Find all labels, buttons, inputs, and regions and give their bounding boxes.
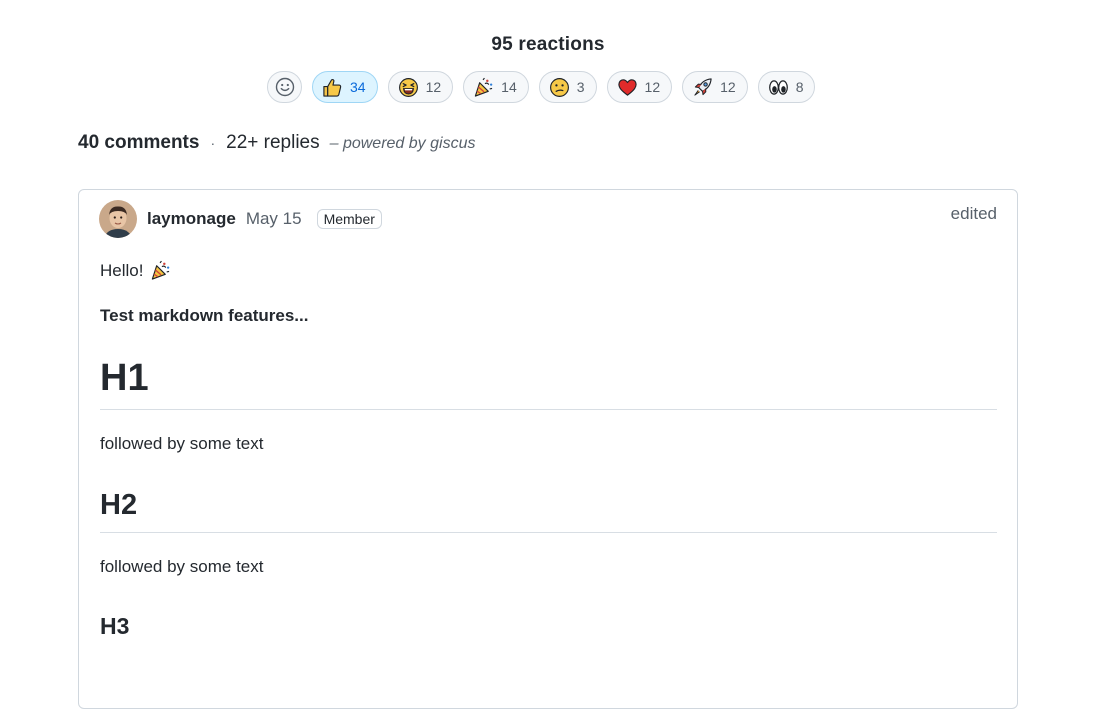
comment-card: laymonage May 15 Member edited Hello! Te…: [78, 189, 1018, 709]
body-paragraph: followed by some text: [100, 556, 264, 576]
reaction-count: 12: [644, 79, 661, 95]
powered-by-link[interactable]: – powered by giscus: [330, 135, 476, 153]
thread-meta: 40 comments · 22+ replies – powered by g…: [78, 132, 475, 154]
comment-header: laymonage May 15 Member edited: [99, 200, 997, 238]
reaction-count: 3: [576, 79, 585, 95]
reaction-count: 12: [720, 79, 736, 95]
reactions-bar: 34 12 14 3 12 12 8: [267, 71, 816, 103]
reaction-count: 14: [501, 79, 517, 95]
eyes-icon: [768, 79, 788, 95]
avatar-image: [99, 200, 137, 238]
heading-h1: H1: [100, 357, 997, 410]
smiley-icon: [275, 77, 294, 97]
reaction-count: 8: [795, 79, 804, 95]
reaction-count: 34: [350, 79, 366, 95]
reaction-rocket-button[interactable]: 12: [682, 71, 748, 103]
comment-date[interactable]: May 15: [246, 209, 302, 229]
laugh-icon: [398, 77, 418, 97]
reaction-hooray-button[interactable]: 14: [463, 71, 529, 103]
heart-icon: [617, 78, 637, 96]
reactions-count-title: 95 reactions: [491, 34, 605, 55]
body-paragraph: Hello!: [100, 260, 997, 281]
confused-icon: [549, 77, 569, 97]
heading-h2: H2: [100, 489, 997, 533]
edited-label[interactable]: edited: [951, 204, 997, 224]
reaction-thumbs-up-button[interactable]: 34: [312, 71, 378, 103]
comments-count: 40 comments: [78, 132, 200, 153]
reaction-heart-button[interactable]: 12: [606, 71, 673, 103]
body-paragraph: followed by some text: [100, 433, 264, 453]
separator-dot: ·: [210, 135, 216, 151]
reaction-laugh-button[interactable]: 12: [387, 71, 454, 103]
bold-paragraph: Test markdown features...: [100, 306, 309, 325]
reaction-confused-button[interactable]: 3: [538, 71, 597, 103]
avatar[interactable]: [99, 200, 137, 238]
replies-count: 22+ replies: [226, 132, 320, 153]
hello-text: Hello!: [100, 260, 144, 280]
reaction-eyes-button[interactable]: 8: [757, 71, 816, 103]
rocket-icon: [694, 77, 712, 96]
reaction-count: 12: [425, 79, 442, 95]
add-reaction-button[interactable]: [267, 71, 302, 103]
party-popper-icon: [152, 260, 170, 280]
author-role-badge: Member: [316, 209, 382, 229]
thumbs-up-icon: [323, 78, 342, 97]
heading-h3: H3: [100, 612, 130, 639]
comment-body: Hello! Test markdown features... H1 foll…: [100, 260, 997, 640]
party-popper-icon: [474, 77, 493, 97]
author-name[interactable]: laymonage: [147, 209, 236, 229]
